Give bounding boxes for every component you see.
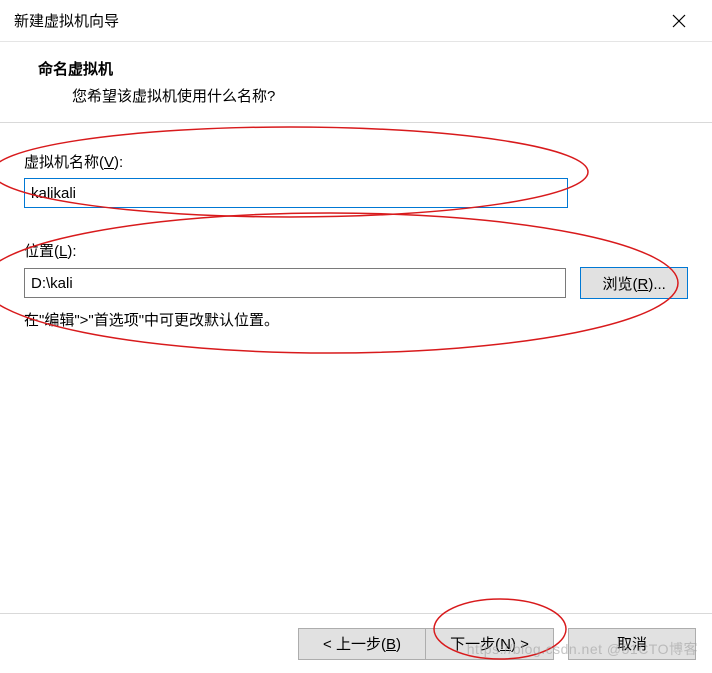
location-label: 位置(L): (24, 240, 688, 261)
cancel-button[interactable]: 取消 (568, 628, 696, 660)
vm-name-input[interactable] (24, 178, 568, 208)
close-button[interactable] (658, 2, 700, 40)
wizard-footer: < 上一步(B) 下一步(N) > 取消 (0, 613, 712, 673)
wizard-step-title: 命名虚拟机 (38, 58, 712, 79)
back-button[interactable]: < 上一步(B) (298, 628, 426, 660)
wizard-step-subtitle: 您希望该虚拟机使用什么名称? (38, 85, 712, 106)
browse-button[interactable]: 浏览(R)... (580, 267, 688, 299)
wizard-content: 虚拟机名称(V): 位置(L): 浏览(R)... 在"编辑">"首选项"中可更… (0, 123, 712, 330)
next-button[interactable]: 下一步(N) > (426, 628, 554, 660)
annotation-ellipse-name (0, 117, 610, 227)
wizard-header: 命名虚拟机 您希望该虚拟机使用什么名称? (0, 42, 712, 123)
location-input[interactable] (24, 268, 566, 298)
location-hint: 在"编辑">"首选项"中可更改默认位置。 (24, 309, 688, 330)
close-icon (672, 14, 686, 28)
vm-name-label: 虚拟机名称(V): (24, 151, 688, 172)
window-title: 新建虚拟机向导 (14, 10, 119, 31)
titlebar: 新建虚拟机向导 (0, 0, 712, 42)
